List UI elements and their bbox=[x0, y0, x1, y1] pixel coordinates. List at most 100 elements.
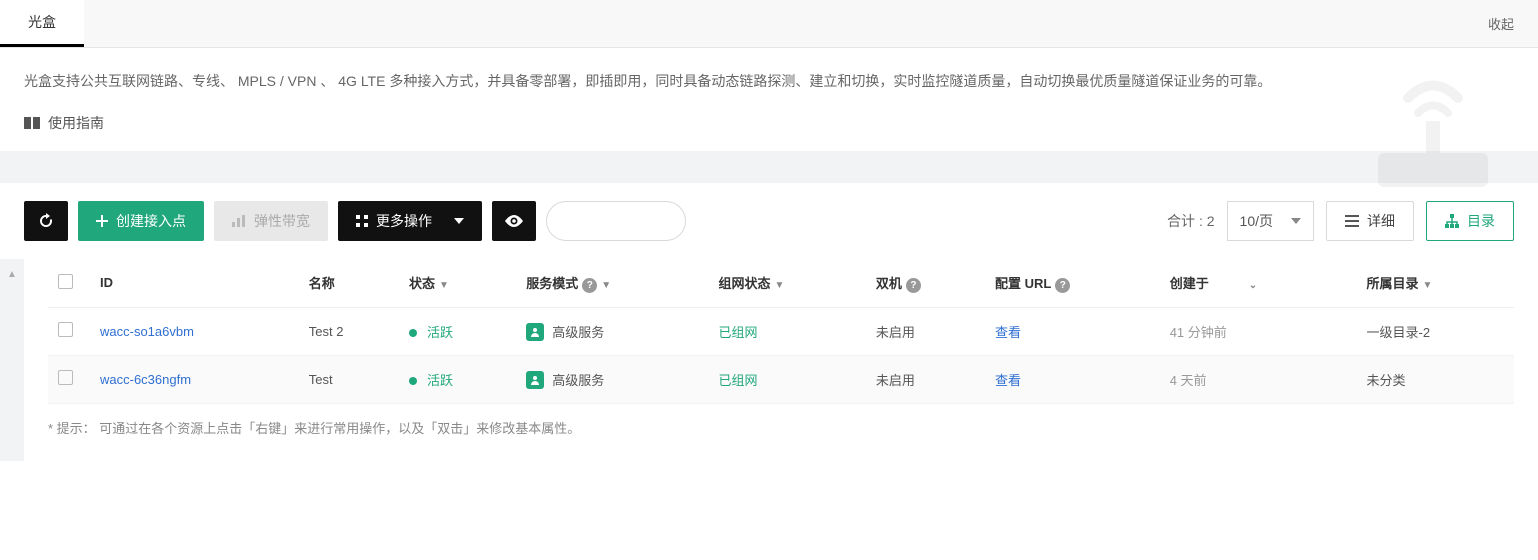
chevron-down-icon: ⌄ bbox=[1249, 280, 1257, 291]
select-all-checkbox[interactable] bbox=[58, 274, 73, 289]
row-checkbox[interactable] bbox=[58, 370, 73, 385]
catalog-label: 目录 bbox=[1467, 211, 1495, 231]
col-created[interactable]: 创建于 ⌄ bbox=[1160, 259, 1357, 308]
resource-table: ID 名称 状态▼ 服务模式?▼ 组网状态▼ 双机? 配置 URL? 创建于⌄ … bbox=[48, 259, 1514, 404]
status-dot-icon bbox=[409, 329, 417, 337]
col-cfgurl[interactable]: 配置 URL? bbox=[985, 259, 1160, 308]
guide-link[interactable]: 使用指南 bbox=[24, 113, 1514, 133]
detail-label: 详细 bbox=[1367, 211, 1395, 231]
router-illustration-icon bbox=[1358, 63, 1508, 193]
service-text: 高级服务 bbox=[552, 373, 604, 388]
book-icon bbox=[24, 116, 40, 130]
table-header-row: ID 名称 状态▼ 服务模式?▼ 组网状态▼ 双机? 配置 URL? 创建于⌄ … bbox=[48, 259, 1514, 308]
cell-network: 已组网 bbox=[708, 307, 865, 355]
cell-cfgurl: 查看 bbox=[985, 307, 1160, 355]
create-button[interactable]: 创建接入点 bbox=[78, 201, 204, 241]
help-icon[interactable]: ? bbox=[1055, 278, 1070, 293]
refresh-icon bbox=[38, 213, 54, 229]
chevron-down-icon: ▼ bbox=[601, 280, 611, 291]
visibility-button[interactable] bbox=[492, 201, 536, 241]
col-created-label: 创建于 bbox=[1170, 276, 1209, 291]
help-icon[interactable]: ? bbox=[906, 278, 921, 293]
tab-lightbox[interactable]: 光盒 bbox=[0, 0, 84, 47]
col-id[interactable]: ID bbox=[90, 259, 299, 308]
col-dual-label: 双机 bbox=[876, 276, 902, 291]
col-status-label: 状态 bbox=[409, 276, 435, 291]
chevron-down-icon bbox=[454, 218, 464, 224]
chevron-down-icon: ▼ bbox=[1423, 280, 1433, 291]
cell-network: 已组网 bbox=[708, 355, 865, 403]
network-text: 已组网 bbox=[718, 325, 757, 340]
more-actions-button[interactable]: 更多操作 bbox=[338, 201, 482, 241]
triangle-up-icon: ▲ bbox=[7, 269, 17, 461]
service-text: 高级服务 bbox=[552, 325, 604, 340]
tabs: 光盒 bbox=[0, 0, 84, 47]
help-icon[interactable]: ? bbox=[582, 278, 597, 293]
service-badge-icon bbox=[526, 371, 544, 389]
col-dir-label: 所属目录 bbox=[1367, 276, 1419, 291]
row-checkbox[interactable] bbox=[58, 322, 73, 337]
collapse-link[interactable]: 收起 bbox=[1464, 2, 1538, 45]
cell-name: Test 2 bbox=[299, 307, 399, 355]
side-gutter[interactable]: ▲ bbox=[0, 259, 24, 461]
col-dir[interactable]: 所属目录 ▼ bbox=[1357, 259, 1515, 308]
cell-created: 41 分钟前 bbox=[1160, 307, 1357, 355]
resource-id-link[interactable]: wacc-so1a6vbm bbox=[100, 324, 194, 339]
col-service-label: 服务模式 bbox=[526, 276, 578, 291]
more-label: 更多操作 bbox=[376, 211, 432, 231]
col-network-label: 组网状态 bbox=[718, 276, 770, 291]
col-service[interactable]: 服务模式? ▼ bbox=[516, 259, 708, 308]
bars-icon bbox=[232, 215, 246, 227]
chevron-down-icon: ▼ bbox=[774, 280, 784, 291]
total-text: 合计 : 2 bbox=[1167, 211, 1214, 231]
toolbar-right: 合计 : 2 10/页 详细 目录 bbox=[1167, 201, 1514, 241]
eye-icon bbox=[505, 215, 523, 227]
resource-id-link[interactable]: wacc-6c36ngfm bbox=[100, 372, 191, 387]
refresh-button[interactable] bbox=[24, 201, 68, 241]
col-network[interactable]: 组网状态 ▼ bbox=[708, 259, 865, 308]
section-divider bbox=[0, 151, 1538, 183]
total-label: 合计 : bbox=[1167, 213, 1203, 229]
table-row[interactable]: wacc-so1a6vbm Test 2 活跃 高级服务 已组网 未启用 查看 … bbox=[48, 307, 1514, 355]
table-area: ID 名称 状态▼ 服务模式?▼ 组网状态▼ 双机? 配置 URL? 创建于⌄ … bbox=[48, 259, 1538, 461]
sitemap-icon bbox=[1445, 214, 1459, 228]
detail-view-button[interactable]: 详细 bbox=[1326, 201, 1414, 241]
cell-dir: 未分类 bbox=[1357, 355, 1515, 403]
banner-description: 光盒支持公共互联网链路、专线、 MPLS / VPN 、 4G LTE 多种接入… bbox=[24, 68, 1304, 95]
hint-text: * 提示： 可通过在各个资源上点击「右键」来进行常用操作，以及「双击」来修改基本… bbox=[48, 418, 1514, 437]
cell-cfgurl: 查看 bbox=[985, 355, 1160, 403]
banner: 光盒支持公共互联网链路、专线、 MPLS / VPN 、 4G LTE 多种接入… bbox=[0, 48, 1538, 151]
content-wrap: ▲ ID 名称 状态 ▼ 服务模式? ▼ 组网状态 ▼ 双机? 配置 URL? 创建于… bbox=[0, 259, 1538, 461]
catalog-button[interactable]: 目录 bbox=[1426, 201, 1514, 241]
cell-service: 高级服务 bbox=[516, 307, 708, 355]
cell-name: Test bbox=[299, 355, 399, 403]
chevron-down-icon bbox=[1291, 218, 1301, 224]
status-dot-icon bbox=[409, 377, 417, 385]
view-config-link[interactable]: 查看 bbox=[995, 373, 1021, 388]
guide-label: 使用指南 bbox=[48, 113, 104, 133]
toolbar: 创建接入点 弹性带宽 更多操作 合计 : 2 10/页 bbox=[0, 183, 1538, 259]
col-dual[interactable]: 双机? bbox=[866, 259, 985, 308]
col-cfgurl-label: 配置 URL bbox=[995, 276, 1051, 291]
status-text: 活跃 bbox=[427, 325, 453, 340]
status-text: 活跃 bbox=[427, 373, 453, 388]
elastic-label: 弹性带宽 bbox=[254, 211, 310, 231]
chevron-down-icon: ▼ bbox=[439, 280, 449, 291]
col-name[interactable]: 名称 bbox=[299, 259, 399, 308]
view-config-link[interactable]: 查看 bbox=[995, 325, 1021, 340]
total-value: 2 bbox=[1207, 213, 1215, 229]
pagesize-label: 10/页 bbox=[1240, 211, 1273, 231]
cell-status: 活跃 bbox=[399, 307, 516, 355]
pagesize-select[interactable]: 10/页 bbox=[1227, 201, 1314, 241]
table-row[interactable]: wacc-6c36ngfm Test 活跃 高级服务 已组网 未启用 查看 4 … bbox=[48, 355, 1514, 403]
cell-dir: 一级目录-2 bbox=[1357, 307, 1515, 355]
service-badge-icon bbox=[526, 323, 544, 341]
search-input[interactable] bbox=[546, 201, 686, 241]
create-label: 创建接入点 bbox=[116, 211, 186, 231]
elastic-bandwidth-button: 弹性带宽 bbox=[214, 201, 328, 241]
tabs-bar: 光盒 收起 bbox=[0, 0, 1538, 48]
cell-dual: 未启用 bbox=[866, 307, 985, 355]
cell-dual: 未启用 bbox=[866, 355, 985, 403]
col-status[interactable]: 状态 ▼ bbox=[399, 259, 516, 308]
cell-status: 活跃 bbox=[399, 355, 516, 403]
